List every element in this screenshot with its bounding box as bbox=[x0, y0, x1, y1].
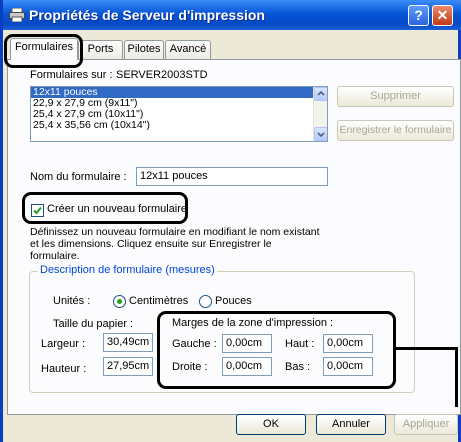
help-button[interactable]: ? bbox=[408, 5, 429, 26]
scroll-down-icon[interactable] bbox=[314, 127, 327, 141]
server-name: SERVER2003STD bbox=[116, 69, 208, 81]
unit-cm-radio[interactable] bbox=[113, 295, 126, 308]
form-name-input[interactable]: 12x11 pouces bbox=[136, 167, 328, 186]
scroll-up-icon[interactable] bbox=[314, 87, 327, 101]
measurements-group-title: Description de formulaire (mesures) bbox=[38, 264, 217, 276]
save-form-button[interactable]: Enregistrer le formulaire bbox=[337, 120, 454, 141]
paper-size-label: Taille du papier : bbox=[53, 318, 134, 330]
highlight-checkbox-outline bbox=[22, 192, 188, 224]
tab-ports[interactable]: Ports bbox=[78, 40, 123, 59]
apply-button[interactable]: Appliquer bbox=[394, 414, 458, 435]
unit-in-label[interactable]: Pouces bbox=[215, 295, 252, 307]
ok-button[interactable]: OK bbox=[236, 414, 306, 435]
forms-list[interactable]: 12x11 pouces 22,9 x 27,9 cm (9x11") 25,4… bbox=[30, 86, 328, 142]
unit-cm-label[interactable]: Centimètres bbox=[129, 295, 188, 307]
cancel-button[interactable]: Annuler bbox=[316, 414, 386, 435]
list-item[interactable]: 25,4 x 35,56 cm (10x14") bbox=[31, 120, 327, 131]
units-label: Unités : bbox=[53, 295, 91, 307]
create-form-description: Définissez un nouveau formulaire en modi… bbox=[30, 226, 320, 262]
printer-icon bbox=[9, 7, 25, 23]
unit-in-radio[interactable] bbox=[199, 295, 212, 308]
highlight-margins-outline bbox=[157, 311, 396, 389]
width-label: Largeur : bbox=[41, 338, 86, 350]
height-label: Hauteur : bbox=[41, 363, 87, 375]
tab-formulaires[interactable]: Formulaires bbox=[10, 38, 78, 60]
forms-on-label: Formulaires sur : bbox=[30, 69, 113, 81]
form-name-label: Nom du formulaire : bbox=[30, 171, 127, 183]
window-title: Propriétés de Serveur d'impression bbox=[29, 7, 265, 23]
height-input[interactable]: 27,95cm bbox=[103, 357, 153, 376]
highlight-pointer-line bbox=[396, 347, 458, 350]
tab-pilotes[interactable]: Pilotes bbox=[124, 40, 164, 59]
tab-avance[interactable]: Avancé bbox=[165, 40, 211, 59]
width-input[interactable]: 30,49cm bbox=[103, 333, 153, 352]
title-bar[interactable]: Propriétés de Serveur d'impression ? ✕ bbox=[3, 0, 461, 30]
radio-dot-icon bbox=[117, 299, 122, 304]
list-scrollbar[interactable] bbox=[313, 87, 327, 141]
close-button[interactable]: ✕ bbox=[432, 5, 453, 26]
delete-button[interactable]: Supprimer bbox=[337, 86, 454, 107]
highlight-pointer-line bbox=[455, 347, 458, 407]
